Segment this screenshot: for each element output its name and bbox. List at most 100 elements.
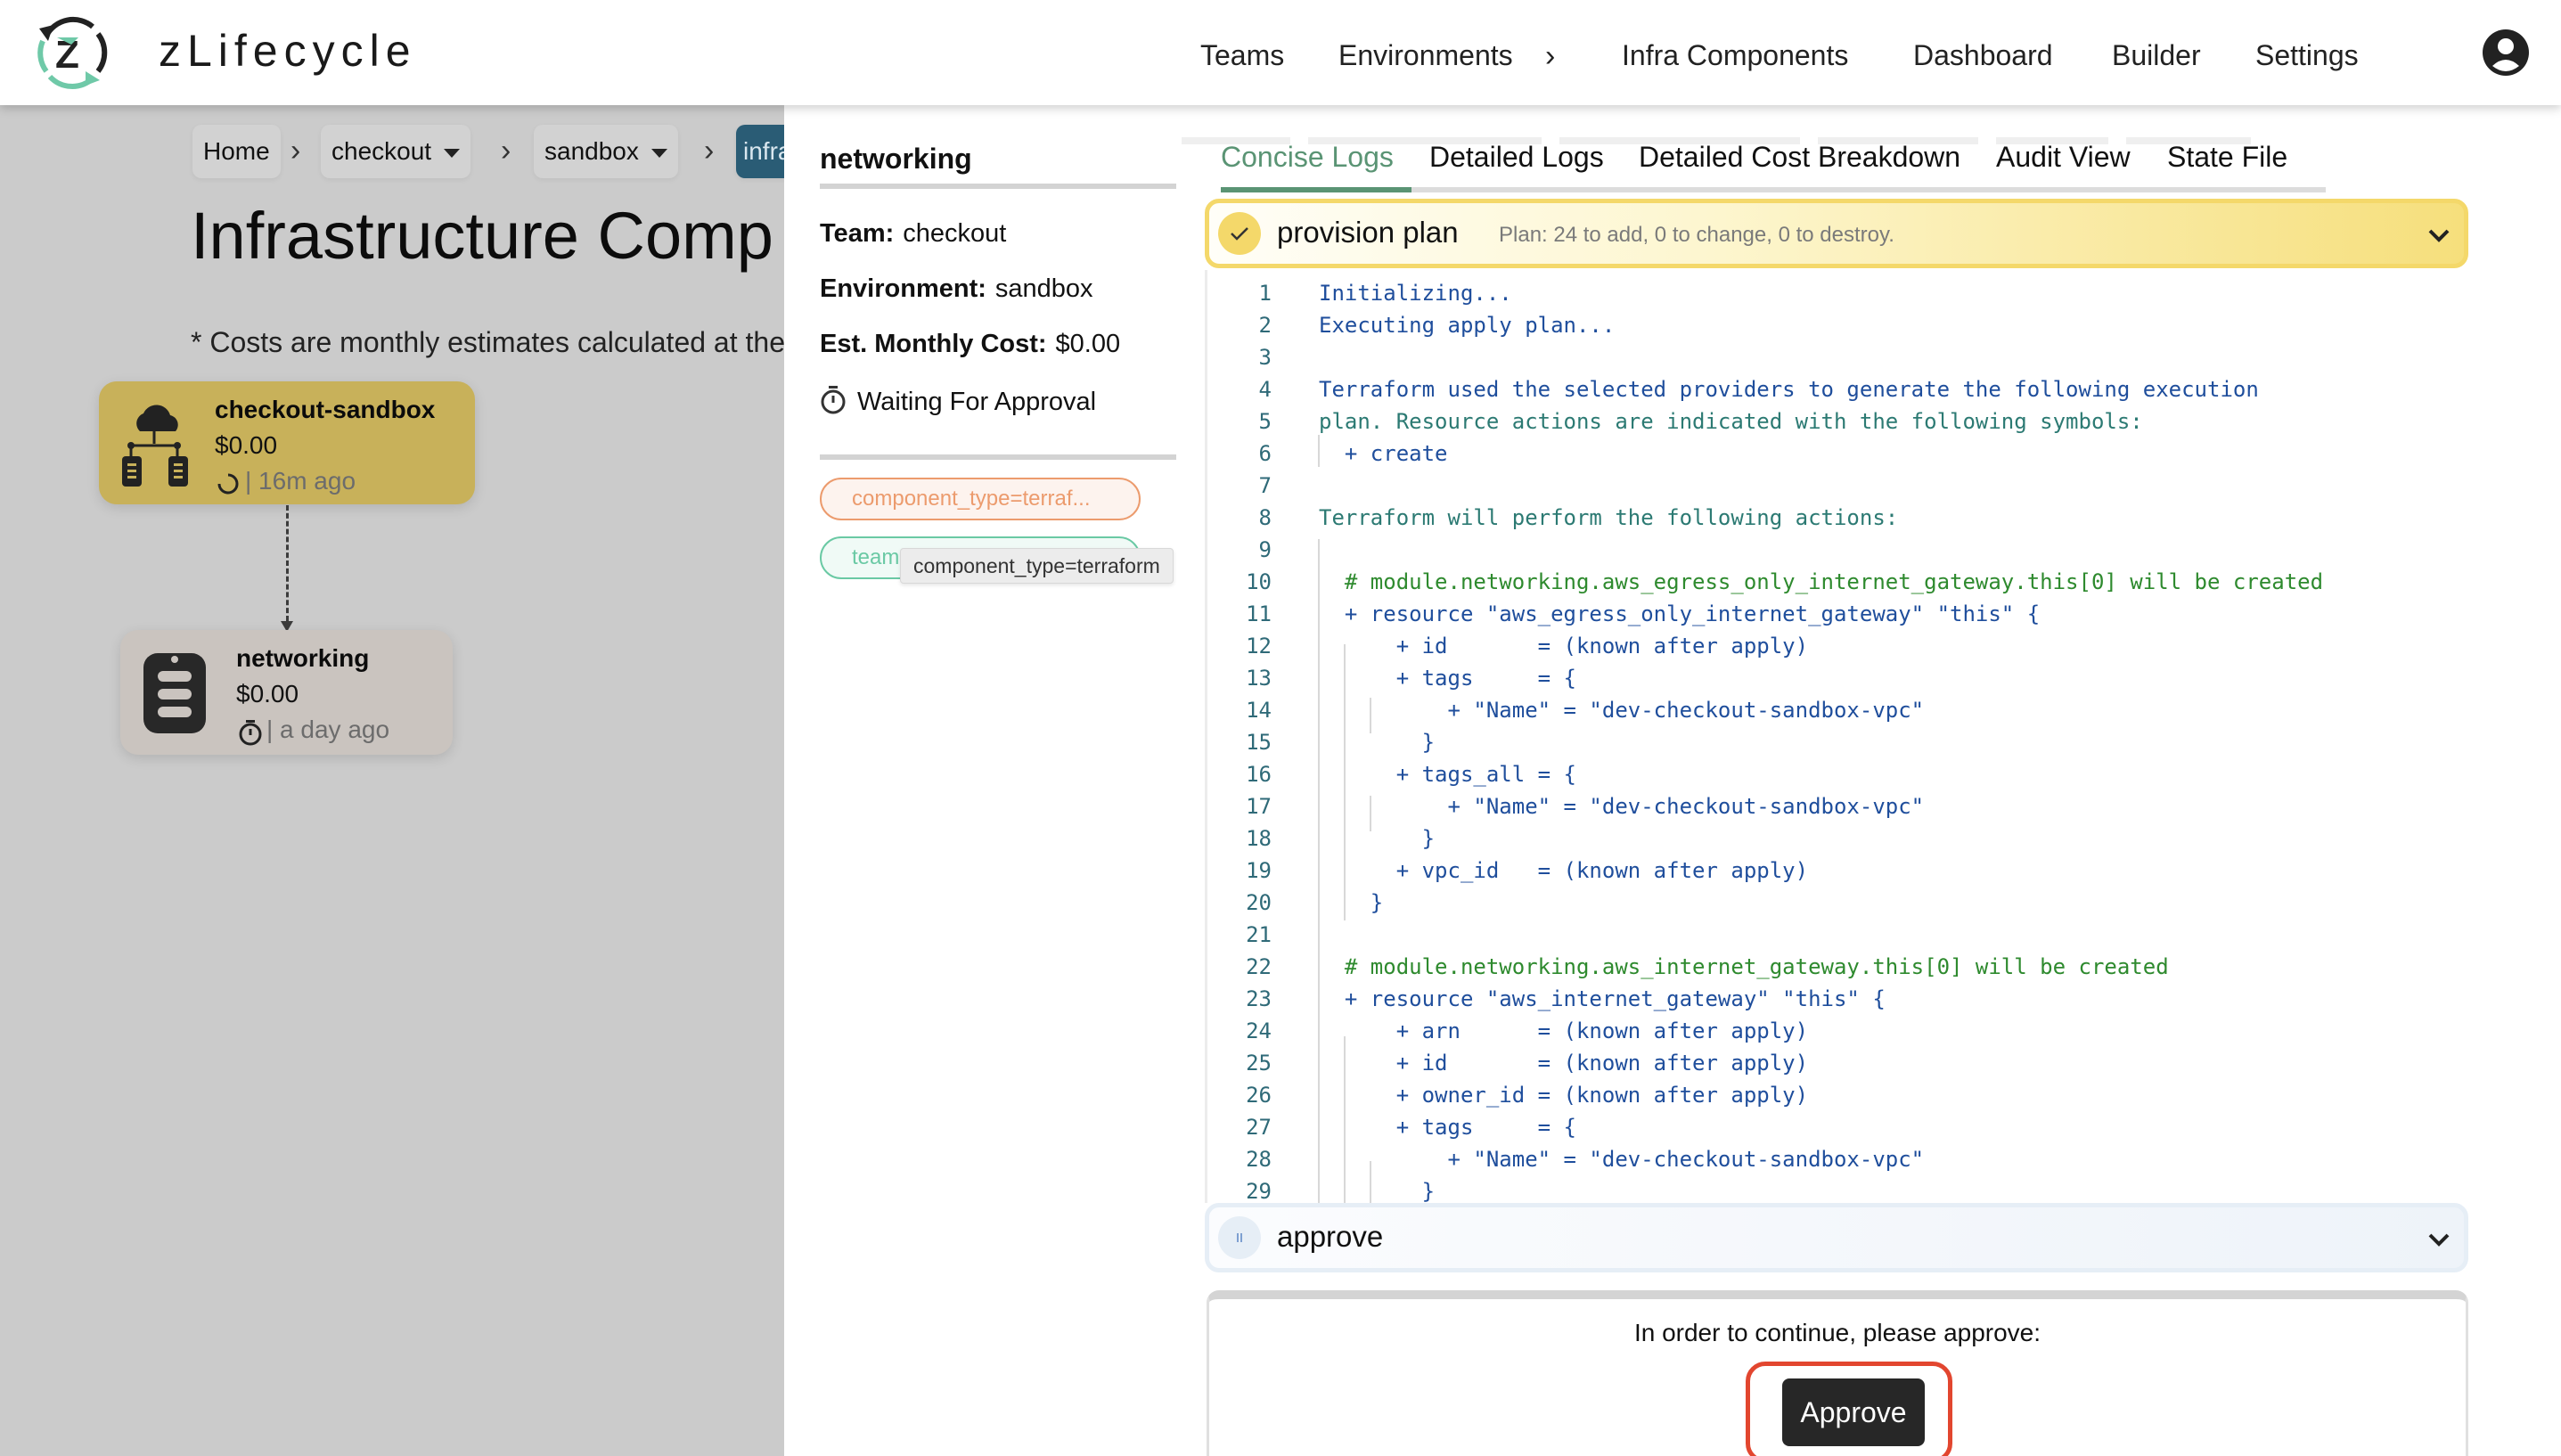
line-number: 14 bbox=[1246, 698, 1272, 723]
line-number: 13 bbox=[1246, 666, 1272, 691]
chevron-down-icon[interactable] bbox=[2423, 219, 2455, 251]
log-line: 27 + tags = { bbox=[1207, 1111, 2277, 1143]
line-text: } bbox=[1319, 730, 1436, 755]
check-icon bbox=[1218, 212, 1261, 255]
step-label: provision plan bbox=[1277, 216, 1459, 249]
step-description: Plan: 24 to add, 0 to change, 0 to destr… bbox=[1499, 223, 1894, 247]
log-line: 18 } bbox=[1207, 822, 2277, 855]
line-number: 25 bbox=[1246, 1051, 1272, 1076]
spinner-icon bbox=[217, 473, 239, 495]
log-line: 6 + create bbox=[1207, 438, 2277, 470]
log-line: 14 + "Name" = "dev-checkout-sandbox-vpc" bbox=[1207, 694, 2277, 726]
team-row: Team: checkout bbox=[820, 219, 1006, 249]
line-text: # module.networking.aws_egress_only_inte… bbox=[1319, 569, 2324, 594]
nav-environments[interactable]: Environments bbox=[1338, 39, 1513, 72]
graph-node-environment[interactable]: checkout-sandbox $0.00 | 16m ago bbox=[99, 381, 475, 504]
line-number: 28 bbox=[1246, 1147, 1272, 1172]
line-number: 4 bbox=[1258, 377, 1272, 402]
line-number: 9 bbox=[1258, 537, 1272, 562]
log-line: 29 } bbox=[1207, 1175, 2277, 1203]
nav-settings[interactable]: Settings bbox=[2255, 39, 2359, 72]
log-line: 13 + tags = { bbox=[1207, 662, 2277, 694]
status-text: Waiting For Approval bbox=[857, 388, 1097, 416]
line-text: + create bbox=[1319, 441, 1448, 466]
breadcrumb-environment[interactable]: sandbox bbox=[534, 125, 678, 178]
node-updated: | a day ago bbox=[266, 716, 390, 743]
log-line: 21 bbox=[1207, 919, 2277, 951]
line-number: 7 bbox=[1258, 473, 1272, 498]
chevron-down-icon[interactable] bbox=[2423, 1223, 2455, 1256]
log-line: 16 + tags_all = { bbox=[1207, 758, 2277, 790]
zlifecycle-logo-icon[interactable]: Z bbox=[34, 16, 110, 89]
step-provision-plan[interactable]: provision plan Plan: 24 to add, 0 to cha… bbox=[1205, 199, 2468, 268]
component-title: networking bbox=[820, 143, 972, 175]
stopwatch-icon bbox=[821, 386, 846, 414]
top-header: Z zLifecycle Teams Environments › Infra … bbox=[0, 0, 2561, 144]
breadcrumb-infra[interactable]: infra bbox=[736, 125, 790, 178]
chevron-right-icon[interactable]: › bbox=[1545, 39, 1555, 74]
component-stack-icon bbox=[143, 653, 206, 733]
line-number: 22 bbox=[1246, 954, 1272, 979]
log-line: 26 + owner_id = (known after apply) bbox=[1207, 1079, 2277, 1111]
nav-teams[interactable]: Teams bbox=[1200, 39, 1284, 72]
breadcrumb-label: Home bbox=[203, 137, 270, 165]
log-viewer: 1 Initializing... 2 Executing apply plan...… bbox=[1205, 270, 2468, 1203]
divider bbox=[820, 454, 1176, 460]
step-label: approve bbox=[1277, 1220, 1384, 1253]
log-line: 28 + "Name" = "dev-checkout-sandbox-vpc" bbox=[1207, 1143, 2277, 1175]
tab-state-file[interactable]: State File bbox=[2167, 141, 2287, 174]
log-line: 22 # module.networking.aws_internet_gate… bbox=[1207, 951, 2277, 983]
node-name: networking bbox=[236, 644, 370, 672]
line-number: 6 bbox=[1258, 441, 1272, 466]
step-approve[interactable]: approve bbox=[1205, 1203, 2468, 1272]
environment-row: Environment: sandbox bbox=[820, 274, 1093, 304]
chevron-right-icon: › bbox=[290, 134, 301, 168]
line-number: 23 bbox=[1246, 986, 1272, 1011]
log-line: 1 Initializing... bbox=[1207, 277, 2277, 309]
line-text: } bbox=[1319, 890, 1384, 915]
cost-note: * Costs are monthly estimates calculated… bbox=[191, 326, 785, 358]
line-number: 2 bbox=[1258, 313, 1272, 338]
status-row: Waiting For Approval bbox=[820, 385, 1096, 417]
breadcrumb-home[interactable]: Home bbox=[192, 125, 281, 178]
log-line: 8 Terraform will perform the following ac… bbox=[1207, 502, 2277, 534]
line-number: 19 bbox=[1246, 858, 1272, 883]
nav-infra-components[interactable]: Infra Components bbox=[1622, 39, 1848, 72]
nav-builder[interactable]: Builder bbox=[2112, 39, 2201, 72]
nav-underline bbox=[1182, 137, 1290, 144]
tab-audit-view[interactable]: Audit View bbox=[1996, 141, 2131, 174]
tab-active-indicator bbox=[1221, 187, 1411, 192]
caret-down-icon bbox=[444, 148, 461, 158]
cloud-network-icon bbox=[122, 405, 188, 487]
log-line: 7 bbox=[1207, 470, 2277, 502]
tab-detailed-logs[interactable]: Detailed Logs bbox=[1429, 141, 1604, 174]
nav-underline bbox=[1308, 137, 1542, 144]
log-line: 12 + id = (known after apply) bbox=[1207, 630, 2277, 662]
line-number: 21 bbox=[1246, 922, 1272, 947]
log-line: 5 plan. Resource actions are indicated wi… bbox=[1207, 405, 2277, 438]
line-text: + "Name" = "dev-checkout-sandbox-vpc" bbox=[1319, 1147, 1925, 1172]
log-line: 24 + arn = (known after apply) bbox=[1207, 1015, 2277, 1047]
tag-chip[interactable]: component_type=terraf... bbox=[820, 478, 1141, 520]
tab-concise-logs[interactable]: Concise Logs bbox=[1221, 141, 1394, 174]
line-text: + owner_id = (known after apply) bbox=[1319, 1083, 1809, 1108]
nav-dashboard[interactable]: Dashboard bbox=[1913, 39, 2053, 72]
breadcrumb-team[interactable]: checkout bbox=[321, 125, 471, 178]
team-value: checkout bbox=[903, 219, 1007, 248]
line-number: 26 bbox=[1246, 1083, 1272, 1108]
line-number: 27 bbox=[1246, 1115, 1272, 1140]
line-text: + arn = (known after apply) bbox=[1319, 1018, 1809, 1043]
stopwatch-icon bbox=[239, 720, 262, 746]
cost-label: Est. Monthly Cost: bbox=[820, 330, 1047, 358]
line-text: + vpc_id = (known after apply) bbox=[1319, 858, 1809, 883]
line-text: + "Name" = "dev-checkout-sandbox-vpc" bbox=[1319, 698, 1925, 723]
line-number: 1 bbox=[1258, 281, 1272, 306]
graph-node-networking[interactable]: networking $0.00 | a day ago bbox=[120, 630, 453, 755]
line-number: 24 bbox=[1246, 1018, 1272, 1043]
approve-button[interactable]: Approve bbox=[1782, 1378, 1925, 1446]
brand-name[interactable]: zLifecycle bbox=[159, 25, 417, 77]
user-avatar-icon[interactable] bbox=[2482, 29, 2530, 77]
nav-underline bbox=[1559, 137, 1800, 144]
line-text: Initializing... bbox=[1319, 281, 1512, 306]
tab-detailed-cost-breakdown[interactable]: Detailed Cost Breakdown bbox=[1639, 141, 1960, 174]
